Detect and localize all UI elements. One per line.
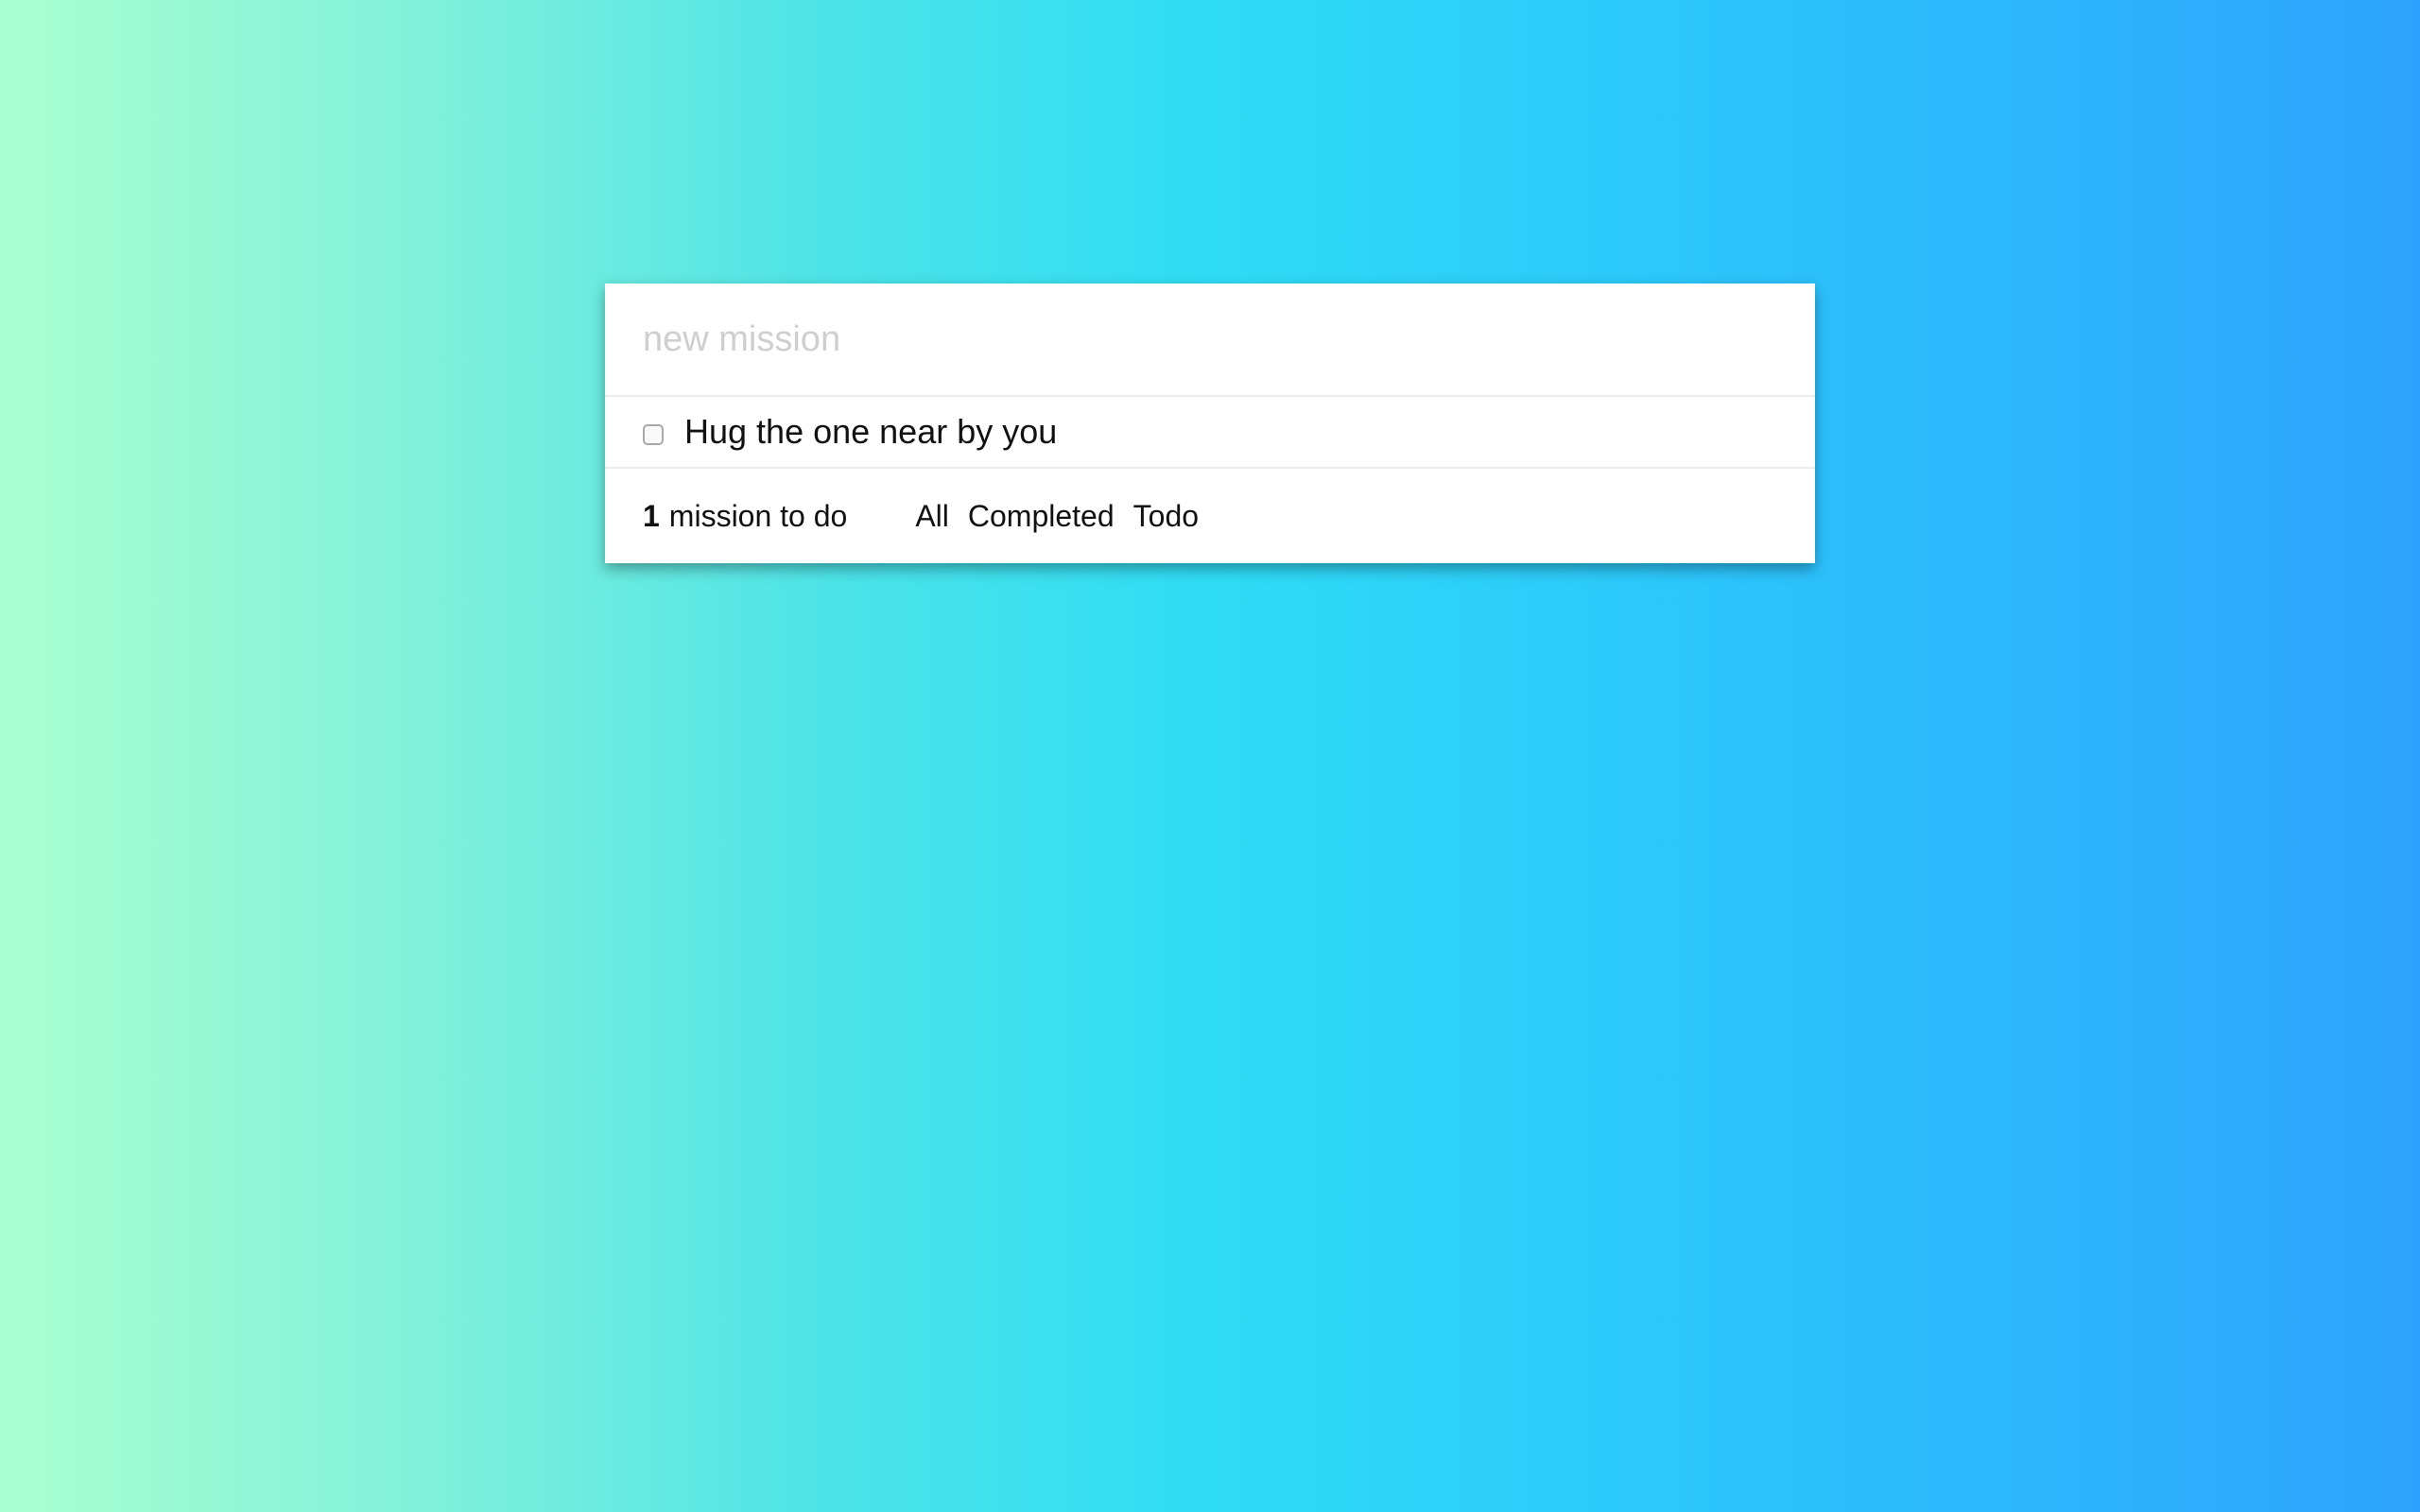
- todo-footer: 1 mission to do All Completed Todo: [605, 469, 1815, 563]
- filter-completed[interactable]: Completed: [968, 499, 1115, 534]
- filter-todo[interactable]: Todo: [1133, 499, 1199, 534]
- todo-item-text: Hug the one near by you: [684, 412, 1058, 451]
- todo-panel: Hug the one near by you 1 mission to do …: [605, 284, 1815, 563]
- new-mission-row: [605, 284, 1815, 397]
- todo-checkbox[interactable]: [643, 424, 664, 445]
- filter-group: All Completed Todo: [915, 499, 1218, 534]
- todo-item: Hug the one near by you: [605, 397, 1815, 469]
- filter-all[interactable]: All: [915, 499, 949, 534]
- remaining-count: 1: [643, 498, 660, 533]
- remaining-count-label: mission to do: [668, 498, 848, 533]
- new-mission-input[interactable]: [643, 318, 1777, 360]
